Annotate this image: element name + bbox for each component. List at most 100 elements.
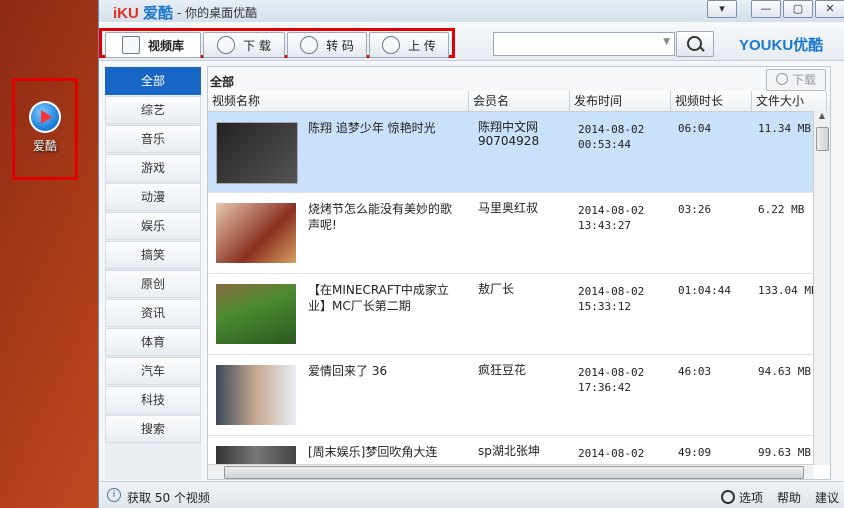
- video-size: 11.34 MB: [758, 122, 811, 135]
- logo-text-iku: iKU: [113, 5, 139, 22]
- table-row[interactable]: [周末娱乐]梦回吹角大连 sp湖北张坤 2014-08-02 49:09 99.…: [208, 436, 830, 466]
- window-controls: ▾ — ▢ ✕: [705, 0, 844, 18]
- video-date: 2014-08-02 00:53:44: [578, 123, 645, 151]
- download-button[interactable]: 下载: [766, 69, 826, 91]
- download-icon: [775, 73, 788, 85]
- video-size: 99.63 MB: [758, 446, 811, 459]
- video-thumbnail: [216, 203, 296, 263]
- tab-label: 视频库: [147, 38, 184, 53]
- app-window: iKU 爱酷 - 你的桌面优酷 ▾ — ▢ ✕ 视频库 下 载 转 码 上 传 …: [98, 0, 844, 508]
- video-duration: 03:26: [678, 203, 712, 216]
- video-thumbnail: [216, 284, 296, 344]
- info-icon: i: [107, 488, 121, 502]
- column-header-date[interactable]: 发布时间: [570, 91, 671, 111]
- sidebar-item-entertainment[interactable]: 娱乐: [105, 212, 201, 240]
- tab-download[interactable]: 下 载: [203, 32, 285, 58]
- search-input[interactable]: ▼: [493, 32, 675, 56]
- video-user: 马里奥红叔: [478, 201, 539, 215]
- chevron-down-icon[interactable]: ▼: [663, 37, 670, 47]
- status-links: 选项 帮助 建议: [720, 489, 839, 506]
- sidebar-item-all[interactable]: 全部: [105, 67, 201, 95]
- video-date: 2014-08-02 15:33:12: [578, 285, 645, 313]
- download-label: 下载: [791, 73, 816, 87]
- tab-transcode[interactable]: 转 码: [287, 32, 367, 58]
- iku-logo-icon: [29, 101, 61, 133]
- upload-icon: [382, 36, 401, 54]
- video-size: 6.22 MB: [758, 203, 805, 216]
- video-user: 陈翔中文网 90704928: [478, 120, 540, 148]
- maximize-button[interactable]: ▢: [783, 0, 813, 18]
- table-header: 视频名称 会员名 发布时间 视频时长 文件大小: [208, 91, 830, 112]
- table-row[interactable]: 爱情回来了 36 疯狂豆花 2014-08-02 17:36:42 46:03 …: [208, 355, 830, 436]
- brand-text: YOUKU: [739, 37, 794, 54]
- refresh-icon: [300, 36, 319, 54]
- suggest-link[interactable]: 建议: [815, 489, 839, 506]
- youku-brand-logo: YOUKU优酷: [739, 34, 823, 55]
- column-header-title[interactable]: 视频名称: [208, 91, 469, 111]
- video-title: 陈翔 追梦少年 惊艳时光: [308, 121, 436, 135]
- sidebar-item-variety[interactable]: 综艺: [105, 96, 201, 124]
- scroll-up-icon[interactable]: ▲: [814, 111, 830, 125]
- video-user: 敖厂长: [478, 282, 515, 296]
- column-header-user[interactable]: 会员名: [469, 91, 570, 111]
- video-size: 94.63 MB: [758, 365, 811, 378]
- video-thumbnail: [216, 365, 296, 425]
- tab-label: 转 码: [326, 38, 354, 53]
- sidebar-item-funny[interactable]: 搞笑: [105, 241, 201, 269]
- video-duration: 01:04:44: [678, 284, 731, 297]
- video-user: sp湖北张坤: [478, 444, 540, 458]
- home-icon: [121, 36, 140, 54]
- column-header-duration[interactable]: 视频时长: [671, 91, 752, 111]
- download-icon: [217, 36, 236, 54]
- column-header-size[interactable]: 文件大小: [752, 91, 827, 111]
- title-bar: iKU 爱酷 - 你的桌面优酷 ▾ — ▢ ✕: [99, 0, 844, 22]
- search-button[interactable]: [676, 31, 714, 57]
- sidebar-item-tech[interactable]: 科技: [105, 386, 201, 414]
- desktop-app-icon[interactable]: 爱酷: [12, 78, 78, 180]
- minimize-button[interactable]: —: [751, 0, 781, 18]
- horizontal-scrollbar[interactable]: [208, 464, 813, 479]
- sidebar-item-original[interactable]: 原创: [105, 270, 201, 298]
- scroll-thumb[interactable]: [224, 466, 804, 479]
- tab-upload[interactable]: 上 传: [369, 32, 449, 58]
- app-logo: iKU 爱酷: [113, 2, 173, 23]
- options-link[interactable]: 选项: [720, 489, 763, 506]
- desktop-icon-label: 爱酷: [32, 139, 57, 153]
- help-link[interactable]: 帮助: [777, 489, 801, 506]
- sidebar-item-sports[interactable]: 体育: [105, 328, 201, 356]
- video-thumbnail: [216, 446, 296, 466]
- video-size: 133.04 MB: [758, 284, 818, 297]
- logo-text-cn: 爱酷: [143, 5, 174, 22]
- sidebar-item-search[interactable]: 搜索: [105, 415, 201, 443]
- close-button[interactable]: ✕: [815, 0, 844, 18]
- status-text: 获取 50 个视频: [127, 491, 210, 505]
- video-duration: 46:03: [678, 365, 712, 378]
- video-title: 【在MINECRAFT中成家立业】MC厂长第二期: [308, 283, 449, 313]
- category-sidebar: 全部 综艺 音乐 游戏 动漫 娱乐 搞笑 原创 资讯 体育 汽车 科技 搜索: [105, 66, 201, 480]
- table-row[interactable]: 【在MINECRAFT中成家立业】MC厂长第二期 敖厂长 2014-08-02 …: [208, 274, 830, 355]
- tab-label: 下 载: [243, 38, 271, 53]
- video-duration: 06:04: [678, 122, 712, 135]
- sidebar-item-games[interactable]: 游戏: [105, 154, 201, 182]
- video-title: [周末娱乐]梦回吹角大连: [308, 445, 438, 459]
- panel-header: 全部 下载: [208, 67, 830, 91]
- video-user: 疯狂豆花: [478, 363, 527, 377]
- video-list-panel: 全部 下载 视频名称 会员名 发布时间 视频时长 文件大小 陈翔 追梦少年 惊艳…: [207, 66, 831, 480]
- table-row[interactable]: 陈翔 追梦少年 惊艳时光 陈翔中文网 90704928 2014-08-02 0…: [208, 112, 830, 193]
- gear-icon: [720, 490, 735, 504]
- table-row[interactable]: 烧烤节怎么能没有美妙的歌声呢! 马里奥红叔 2014-08-02 13:43:2…: [208, 193, 830, 274]
- tab-video-library[interactable]: 视频库: [105, 32, 201, 58]
- vertical-scrollbar[interactable]: ▲: [813, 111, 830, 465]
- sidebar-item-music[interactable]: 音乐: [105, 125, 201, 153]
- sidebar-item-anime[interactable]: 动漫: [105, 183, 201, 211]
- brand-text-cn: 优酷: [793, 37, 824, 54]
- tab-label: 上 传: [408, 38, 436, 53]
- video-title: 爱情回来了 36: [308, 364, 388, 378]
- video-date: 2014-08-02: [578, 447, 645, 460]
- video-thumbnail: [216, 122, 298, 184]
- sidebar-item-auto[interactable]: 汽车: [105, 357, 201, 385]
- menu-dropdown-button[interactable]: ▾: [707, 0, 737, 18]
- sidebar-item-news[interactable]: 资讯: [105, 299, 201, 327]
- video-date: 2014-08-02 13:43:27: [578, 204, 645, 232]
- scroll-thumb[interactable]: [816, 127, 829, 151]
